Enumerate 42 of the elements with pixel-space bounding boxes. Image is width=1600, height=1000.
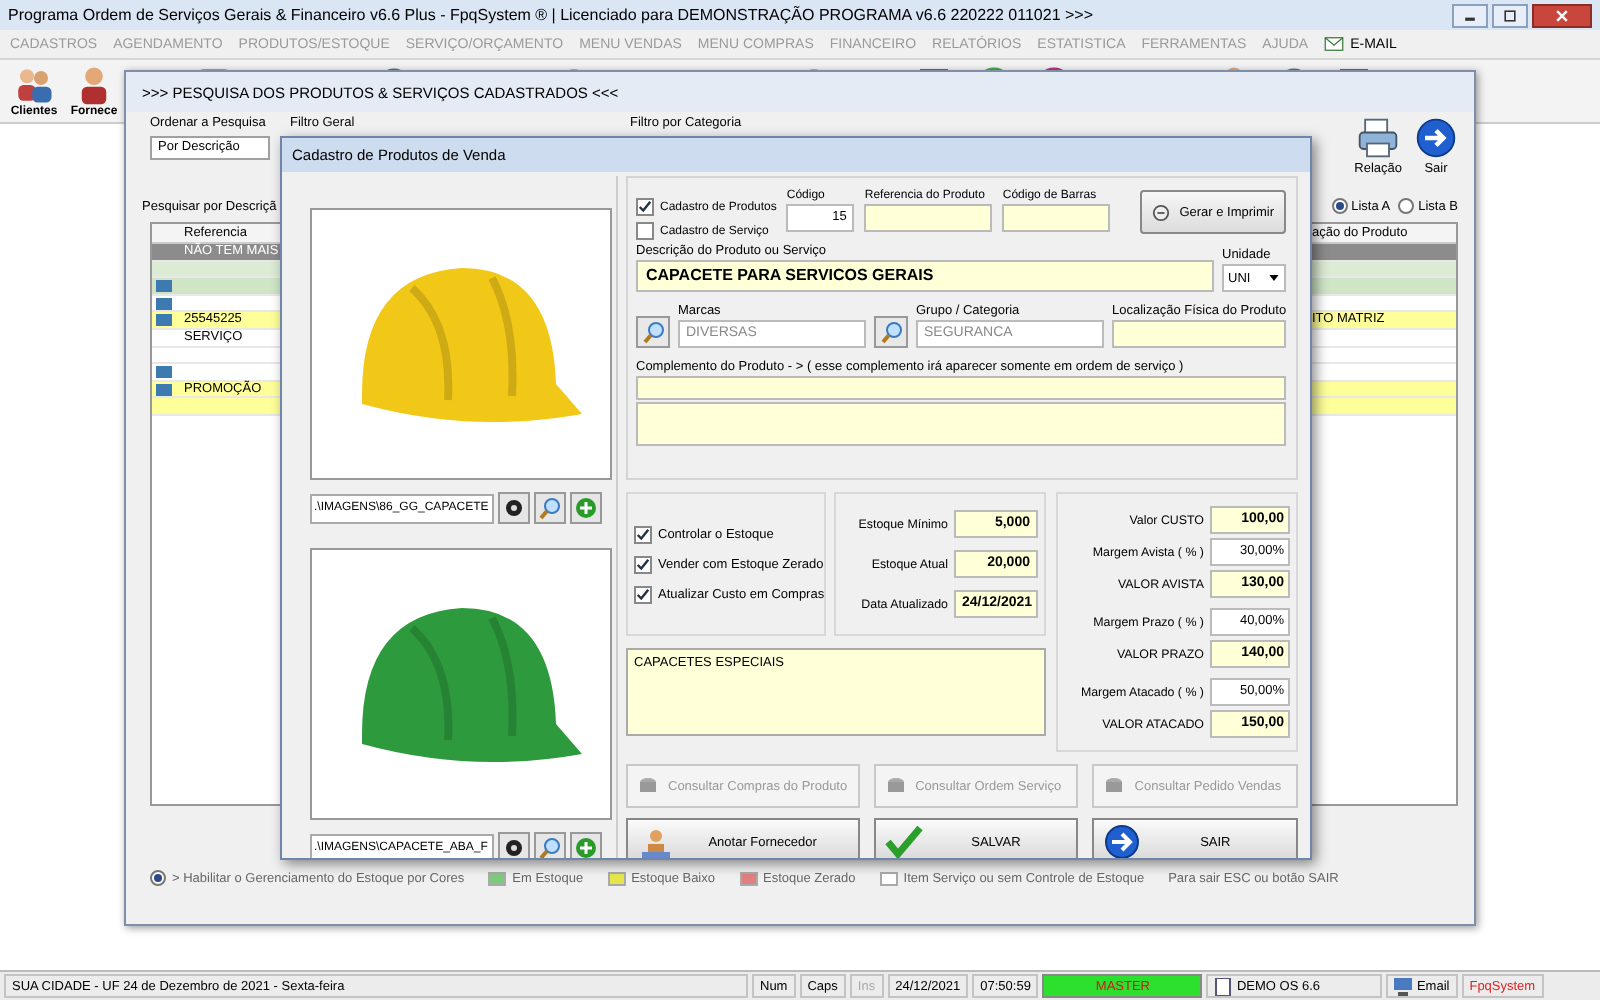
add-button[interactable] bbox=[570, 492, 602, 524]
search-icon bbox=[538, 496, 562, 520]
computer-icon bbox=[1394, 977, 1413, 995]
maximize-button[interactable] bbox=[1492, 3, 1528, 27]
option-radio[interactable] bbox=[150, 870, 166, 886]
reference-field[interactable] bbox=[864, 204, 993, 232]
search-icon bbox=[641, 320, 665, 344]
complement-field[interactable] bbox=[636, 376, 1286, 400]
location-field[interactable] bbox=[1112, 320, 1287, 348]
person-icon bbox=[636, 824, 676, 858]
plus-circle-icon bbox=[574, 836, 598, 858]
envelope-icon bbox=[1324, 34, 1345, 54]
check-icon bbox=[636, 527, 650, 541]
checkmark-icon bbox=[883, 824, 924, 858]
minus-circle-icon bbox=[1151, 203, 1170, 221]
search-icon bbox=[538, 836, 562, 858]
arrow-right-icon bbox=[1414, 116, 1458, 160]
check-icon bbox=[636, 587, 650, 601]
plus-circle-icon bbox=[574, 496, 598, 520]
check-icon bbox=[636, 557, 650, 571]
restore-icon bbox=[1500, 7, 1520, 23]
window-title: Programa Ordem de Serviços Gerais & Financeiro v6.6 Plus - FpqSystem ® | Licenciado para DEMONSTRAÇÃO PROGRAMA v6.6 220222 011021 >>> bbox=[8, 6, 1096, 24]
search-button[interactable] bbox=[534, 832, 566, 858]
close-button[interactable] bbox=[1532, 3, 1592, 27]
check-icon bbox=[638, 200, 652, 214]
printer-icon bbox=[1356, 116, 1401, 160]
webcam-button[interactable] bbox=[498, 832, 530, 858]
add-button[interactable] bbox=[570, 832, 602, 858]
search-button[interactable] bbox=[874, 316, 908, 348]
webcam-button[interactable] bbox=[498, 492, 530, 524]
close-icon bbox=[1552, 7, 1572, 23]
search-button[interactable] bbox=[534, 492, 566, 524]
search-icon bbox=[879, 320, 903, 344]
barcode-field[interactable] bbox=[1002, 204, 1111, 232]
arrow-right-icon bbox=[1102, 824, 1143, 858]
dropdown-arrow-icon bbox=[1268, 272, 1280, 284]
document-icon bbox=[1214, 977, 1233, 995]
people-icon[interactable] bbox=[12, 64, 56, 106]
complement-field[interactable] bbox=[636, 402, 1286, 446]
search-button[interactable] bbox=[636, 316, 670, 348]
minimize-button[interactable] bbox=[1452, 3, 1488, 27]
description-field[interactable]: CAPACETE PARA SERVICOS GERAIS bbox=[636, 260, 1214, 292]
